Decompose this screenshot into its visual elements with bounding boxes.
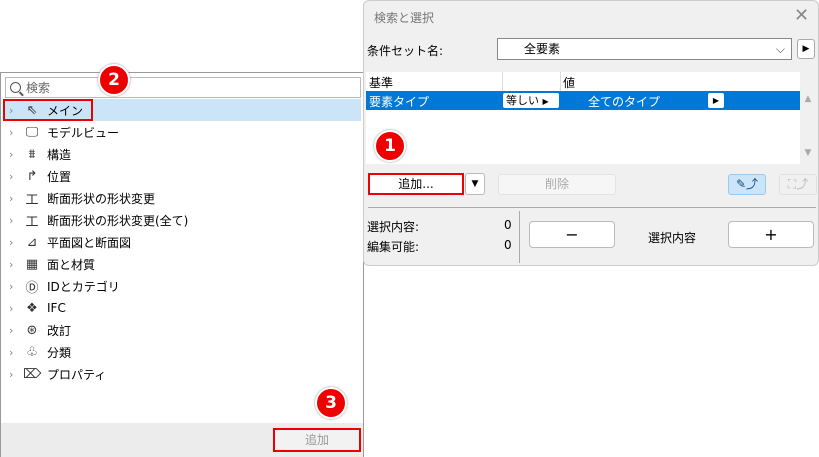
chevron-right-icon[interactable]: ›	[9, 346, 23, 359]
panel-footer: 追加	[1, 423, 363, 457]
delete-button[interactable]: 削除	[498, 174, 616, 195]
tree-item[interactable]: › ⊛ 改訂	[3, 319, 361, 341]
tree-item-label: 断面形状の形状変更	[47, 191, 156, 206]
beam-icon: 工	[25, 192, 39, 208]
tree-item[interactable]: › 🖵 モデルビュー	[3, 121, 361, 143]
selection-center-label: 選択内容	[648, 231, 697, 245]
plan-section-icon: ⊿	[26, 234, 38, 250]
divider	[519, 211, 520, 263]
tree-item-label: モデルビュー	[47, 125, 120, 140]
criterion-cell: 要素タイプ	[369, 95, 430, 109]
operator-label: 等しい	[506, 94, 539, 107]
highlight-box	[3, 99, 93, 121]
search-input[interactable]: 検索	[5, 77, 361, 98]
revision-icon: ⊛	[26, 322, 38, 338]
chevron-right-icon[interactable]: ›	[9, 192, 23, 205]
tree-item-label: 構造	[47, 147, 72, 162]
play-icon: ▶	[542, 97, 549, 106]
tree-item-label: 平面図と断面図	[47, 235, 132, 250]
tree-item-label: IFC	[47, 301, 66, 315]
monitor-icon: 🖵	[25, 124, 39, 140]
editable-label: 編集可能:	[367, 240, 420, 254]
chevron-right-icon[interactable]: ›	[9, 214, 23, 227]
chevron-right-icon[interactable]: ›	[9, 126, 23, 139]
set-name-dropdown[interactable]: 全要素 ⌵	[497, 38, 792, 60]
tree-item[interactable]: › Ⓓ IDとカテゴリ	[3, 275, 361, 297]
divider	[368, 207, 816, 208]
chevron-right-icon[interactable]: ›	[9, 148, 23, 161]
editable-count: 0	[504, 238, 512, 252]
chevron-right-icon[interactable]: ›	[9, 236, 23, 249]
header-criterion: 基準	[369, 76, 394, 90]
value-cell: 全てのタイプ	[588, 95, 661, 109]
add-button[interactable]: 追加...	[368, 173, 464, 195]
eyedropper-icon[interactable]: ✎⤴	[728, 174, 766, 195]
id-icon: Ⓓ	[25, 280, 39, 296]
tree-item-label: 改訂	[47, 323, 72, 338]
chevron-right-icon[interactable]: ›	[9, 302, 23, 315]
position-icon: ↱	[26, 168, 38, 184]
set-menu-button[interactable]: ▶	[797, 39, 815, 59]
tree-item-label: プロパティ	[47, 367, 107, 382]
set-name-value: 全要素	[524, 42, 561, 56]
marquee-icon[interactable]: ⛶⤴	[779, 174, 817, 195]
operator-button[interactable]: 等しい ▶	[503, 93, 559, 108]
add-criteria-button[interactable]: 追加	[273, 428, 361, 452]
tree-item[interactable]: › ⩩ 構造	[3, 143, 361, 165]
tree-item-label: 面と材質	[47, 257, 96, 272]
search-placeholder: 検索	[26, 81, 51, 95]
tree-item-label: 分類	[47, 345, 72, 360]
search-icon	[10, 82, 21, 93]
tree-item[interactable]: › ⊿ 平面図と断面図	[3, 231, 361, 253]
selection-count: 0	[504, 218, 512, 232]
chevron-right-icon[interactable]: ›	[9, 170, 23, 183]
tree-item-label: 位置	[47, 169, 72, 184]
tree-item-label: IDとカテゴリ	[47, 279, 120, 294]
criteria-table: 基準 値 要素タイプ 等しい ▶ 全てのタイプ ▶	[366, 72, 800, 164]
tree-item[interactable]: › ↱ 位置	[3, 165, 361, 187]
value-menu-button[interactable]: ▶	[708, 93, 724, 108]
criteria-panel: 検索 › ⇖ メイン › 🖵 モデルビュー › ⩩ 構造 › ↱ 位置 › 工断面形状の形状変更 › 工断面形…	[0, 72, 364, 457]
close-icon[interactable]: ✕	[794, 5, 809, 26]
beam-icon: 工	[25, 214, 39, 230]
find-select-dialog: 検索と選択 ✕ 条件セット名: 全要素 ⌵ ▶ 基準 値 要素タイプ 等しい ▶ …	[363, 0, 819, 266]
structure-icon: ⩩	[28, 146, 36, 162]
tree-item[interactable]: › ▦ 面と材質	[3, 253, 361, 275]
classification-icon: ♧	[26, 344, 38, 360]
step-badge-2: 2	[98, 64, 130, 96]
chevron-right-icon[interactable]: ›	[9, 280, 23, 293]
selection-label: 選択内容:	[367, 220, 420, 234]
deselect-button[interactable]: −	[529, 221, 615, 248]
tree-item-label: 断面形状の形状変更(全て)	[47, 213, 189, 228]
tree-item[interactable]: › ❖ IFC	[3, 297, 361, 319]
step-badge-1: 1	[374, 130, 406, 162]
step-badge-3: 3	[315, 387, 347, 419]
chevron-right-icon[interactable]: ›	[9, 368, 23, 381]
table-row[interactable]: 要素タイプ 等しい ▶ 全てのタイプ ▶	[366, 91, 800, 110]
chevron-right-icon[interactable]: ›	[9, 258, 23, 271]
tree-item[interactable]: › 工断面形状の形状変更(全て)	[3, 209, 361, 231]
tree-item[interactable]: › ⌦ プロパティ	[3, 363, 361, 385]
set-name-label: 条件セット名:	[367, 44, 444, 58]
criteria-tree: › ⇖ メイン › 🖵 モデルビュー › ⩩ 構造 › ↱ 位置 › 工断面形状の形状変更 › 工断面形状の形…	[3, 99, 361, 385]
chevron-right-icon[interactable]: ›	[9, 324, 23, 337]
add-dropdown-button[interactable]: ▼	[465, 173, 485, 195]
material-icon: ▦	[25, 256, 39, 272]
tree-item[interactable]: › 工断面形状の形状変更	[3, 187, 361, 209]
dialog-title: 検索と選択	[374, 11, 435, 25]
scrollbar[interactable]: ▲ ▼	[800, 72, 816, 164]
chevron-down-icon: ⌵	[775, 42, 785, 56]
ifc-icon: ❖	[26, 300, 38, 316]
tree-item[interactable]: › ♧ 分類	[3, 341, 361, 363]
select-button[interactable]: +	[728, 221, 814, 248]
tag-icon: ⌦	[23, 366, 42, 382]
header-value: 値	[563, 76, 576, 90]
